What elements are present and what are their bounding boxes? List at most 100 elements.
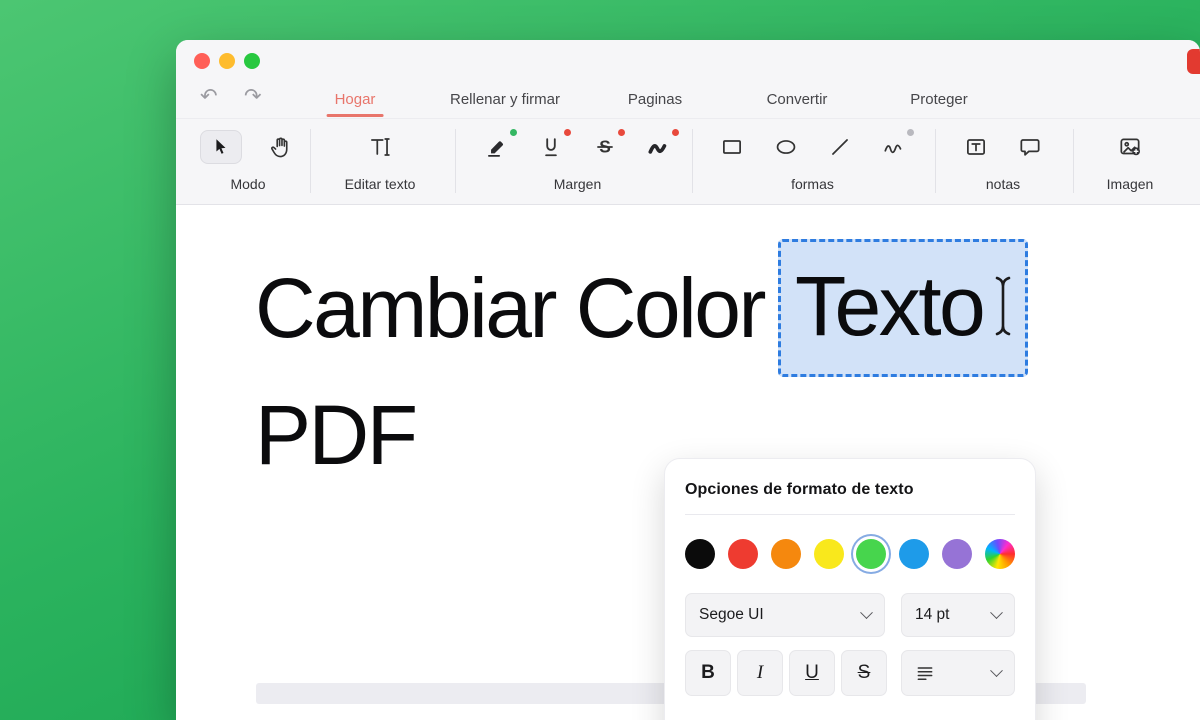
titlebar bbox=[176, 40, 1200, 82]
font-size-value: 14 pt bbox=[915, 606, 949, 624]
close-button[interactable] bbox=[194, 53, 210, 69]
app-window: ↶ ↷ Hogar Rellenar y firmar Paginas Conv… bbox=[176, 40, 1200, 720]
color-swatch-black[interactable] bbox=[685, 539, 715, 569]
strikethrough-icon: S bbox=[592, 134, 618, 160]
color-swatch-blue[interactable] bbox=[899, 539, 929, 569]
group-label-editar-texto: Editar texto bbox=[320, 176, 440, 192]
panel-title: Opciones de formato de texto bbox=[685, 481, 1015, 499]
redo-button[interactable]: ↷ bbox=[244, 84, 262, 109]
strikethrough-tool-button[interactable]: S bbox=[590, 132, 620, 162]
bold-button[interactable]: B bbox=[685, 650, 731, 696]
tab-paginas[interactable]: Paginas bbox=[618, 88, 692, 117]
text-selection-box[interactable]: Texto bbox=[778, 239, 1028, 377]
screenshot-root: ↶ ↷ Hogar Rellenar y firmar Paginas Conv… bbox=[0, 0, 1200, 720]
freehand-shape-button[interactable] bbox=[879, 132, 909, 162]
color-swatch-orange[interactable] bbox=[771, 539, 801, 569]
text-box-icon bbox=[963, 134, 989, 160]
toolbar-separator bbox=[692, 129, 693, 193]
underline-button[interactable]: U bbox=[789, 650, 835, 696]
toolbar-group-formas: formas bbox=[705, 119, 920, 192]
image-add-icon bbox=[1117, 134, 1143, 160]
marker-badge-dot bbox=[672, 129, 679, 136]
toolbar-group-margen: S Margen bbox=[470, 119, 685, 192]
underline-badge-dot bbox=[564, 129, 571, 136]
group-label-notas: notas bbox=[945, 176, 1061, 192]
marker-tool-button[interactable] bbox=[644, 132, 674, 162]
scribble-icon bbox=[881, 134, 907, 160]
zoom-button[interactable] bbox=[244, 53, 260, 69]
toolbar-separator bbox=[455, 129, 456, 193]
heading-prefix-text: Cambiar Color bbox=[255, 250, 764, 366]
chevron-down-icon bbox=[990, 606, 1003, 619]
strikethrough-badge-dot bbox=[618, 129, 625, 136]
toolbar-group-notas: notas bbox=[945, 119, 1061, 192]
font-size-select[interactable]: 14 pt bbox=[901, 593, 1015, 637]
line-shape-button[interactable] bbox=[825, 132, 855, 162]
strikethrough-button[interactable]: S bbox=[841, 650, 887, 696]
heading-line-1: Cambiar Color Texto bbox=[255, 239, 1028, 377]
minimize-button[interactable] bbox=[219, 53, 235, 69]
undo-button[interactable]: ↶ bbox=[200, 84, 218, 109]
clipped-red-badge bbox=[1187, 49, 1200, 74]
ellipse-icon bbox=[773, 134, 799, 160]
format-buttons-row: B I U S bbox=[685, 650, 1015, 696]
comment-button[interactable] bbox=[1015, 132, 1045, 162]
highlight-tool-button[interactable] bbox=[482, 132, 512, 162]
selected-word-text: Texto bbox=[795, 248, 983, 364]
freehand-badge-dot bbox=[907, 129, 914, 136]
italic-button[interactable]: I bbox=[737, 650, 783, 696]
toolbar-group-imagen: Imagen bbox=[1085, 119, 1175, 192]
font-family-value: Segoe UI bbox=[699, 606, 764, 624]
toolbar-separator bbox=[935, 129, 936, 193]
rectangle-icon bbox=[719, 134, 745, 160]
chevron-down-icon bbox=[990, 664, 1003, 677]
alignment-select[interactable] bbox=[901, 650, 1015, 696]
font-family-select[interactable]: Segoe UI bbox=[685, 593, 885, 637]
underline-icon bbox=[538, 134, 564, 160]
hand-tool-button[interactable] bbox=[266, 132, 296, 162]
edit-text-icon bbox=[367, 134, 393, 160]
hand-icon bbox=[268, 134, 294, 160]
tab-convertir[interactable]: Convertir bbox=[757, 88, 838, 117]
color-swatches bbox=[685, 539, 1015, 569]
traffic-lights bbox=[194, 53, 260, 69]
edit-text-tool-button[interactable] bbox=[365, 132, 395, 162]
toolbar-separator bbox=[310, 129, 311, 193]
marker-squiggle-icon bbox=[646, 134, 672, 160]
group-label-imagen: Imagen bbox=[1085, 176, 1175, 192]
group-label-formas: formas bbox=[705, 176, 920, 192]
document-heading: Cambiar Color Texto PDF bbox=[255, 239, 1028, 493]
tab-proteger[interactable]: Proteger bbox=[900, 88, 978, 117]
toolbar-group-editar-texto: Editar texto bbox=[320, 119, 440, 192]
rectangle-shape-button[interactable] bbox=[717, 132, 747, 162]
ribbon-tabs: ↶ ↷ Hogar Rellenar y firmar Paginas Conv… bbox=[176, 82, 1200, 118]
underline-tool-button[interactable] bbox=[536, 132, 566, 162]
align-lines-icon bbox=[915, 663, 935, 683]
select-tool-button[interactable] bbox=[200, 130, 242, 164]
text-note-button[interactable] bbox=[961, 132, 991, 162]
color-swatch-purple[interactable] bbox=[942, 539, 972, 569]
text-cursor-icon bbox=[991, 274, 1015, 338]
chevron-down-icon bbox=[860, 606, 873, 619]
color-swatch-red[interactable] bbox=[728, 539, 758, 569]
font-controls-row: Segoe UI 14 pt bbox=[685, 593, 1015, 637]
highlight-badge-dot bbox=[510, 129, 517, 136]
group-label-modo: Modo bbox=[188, 176, 308, 192]
tab-rellenar-y-firmar[interactable]: Rellenar y firmar bbox=[440, 88, 570, 117]
ellipse-shape-button[interactable] bbox=[771, 132, 801, 162]
panel-divider bbox=[685, 514, 1015, 515]
color-swatch-green[interactable] bbox=[856, 539, 886, 569]
toolbar-group-modo: Modo bbox=[188, 119, 308, 192]
add-image-button[interactable] bbox=[1115, 132, 1145, 162]
text-format-panel: Opciones de formato de texto Segoe UI 14 bbox=[664, 458, 1036, 720]
highlighter-icon bbox=[484, 134, 510, 160]
tab-hogar[interactable]: Hogar bbox=[325, 88, 386, 117]
comment-bubble-icon bbox=[1017, 134, 1043, 160]
color-swatch-yellow[interactable] bbox=[814, 539, 844, 569]
style-buttons: B I U S bbox=[685, 650, 887, 696]
color-swatch-rainbow[interactable] bbox=[985, 539, 1015, 569]
toolbar-separator bbox=[1073, 129, 1074, 193]
toolbar: Modo Editar texto bbox=[176, 118, 1200, 205]
line-icon bbox=[827, 134, 853, 160]
group-label-margen: Margen bbox=[470, 176, 685, 192]
